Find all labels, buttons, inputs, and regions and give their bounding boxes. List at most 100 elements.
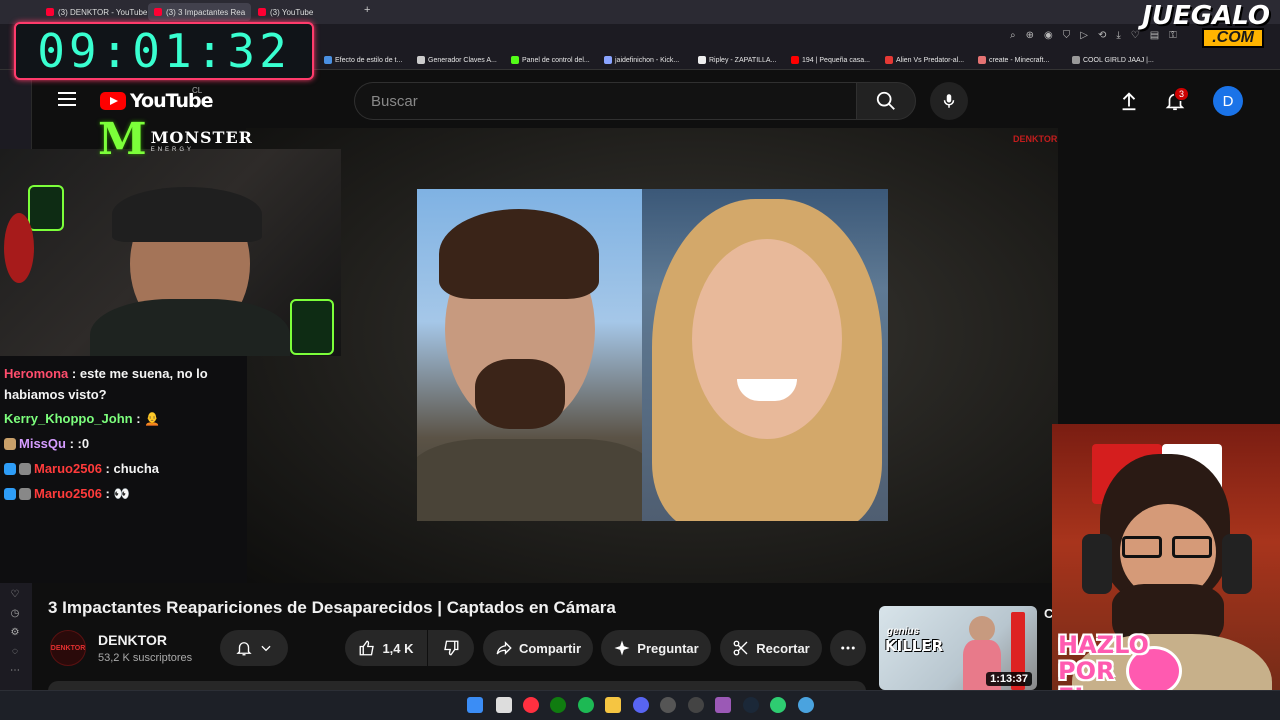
chat-text: : 🧑‍🦲 — [136, 411, 161, 426]
app-icon[interactable] — [688, 697, 704, 713]
like-count: 1,4 K — [382, 640, 414, 656]
chat-badge-icon — [19, 488, 31, 500]
clock-icon[interactable]: ◷ — [9, 608, 21, 620]
xbox-icon[interactable] — [550, 697, 566, 713]
play-icon[interactable]: ▷ — [1080, 30, 1088, 41]
subscription-bell-button[interactable] — [220, 630, 288, 666]
obs-icon[interactable] — [660, 697, 676, 713]
folder-icon[interactable] — [605, 697, 621, 713]
chevron-down-icon — [261, 645, 271, 652]
app-icon[interactable] — [798, 697, 814, 713]
share-button[interactable]: Compartir — [483, 630, 593, 666]
chat-badge-icon — [4, 488, 16, 500]
chat-message: Maruo2506 : chucha — [4, 458, 242, 479]
stream-timer: 09:01:32 — [14, 22, 314, 80]
youtube-play-icon — [100, 92, 126, 110]
chat-text: : :0 — [69, 436, 90, 451]
like-icon — [360, 640, 375, 656]
shield-icon[interactable]: ⛉ — [1063, 30, 1071, 41]
bookmark-label: 194 | Pequeña casa... — [802, 56, 870, 64]
bookmark-item[interactable]: COOL GIRLD JAAJ |... — [1072, 56, 1154, 64]
heart-icon[interactable]: ♡ — [9, 589, 21, 601]
chat-badge-icon — [4, 438, 16, 450]
bulb-icon[interactable]: ◌ — [9, 646, 21, 658]
translate-icon[interactable]: ⊕ — [1026, 30, 1034, 41]
bookmark-item[interactable]: Generador Claves A... — [417, 56, 497, 64]
bookmark-item[interactable]: 194 | Pequeña casa... — [791, 56, 870, 64]
screenshot-icon[interactable]: ◉ — [1044, 30, 1053, 41]
browser-tab-video[interactable]: (3) 3 Impactantes Rea — [148, 3, 252, 21]
upload-button[interactable] — [1116, 88, 1142, 114]
new-tab-button[interactable]: + — [364, 4, 370, 16]
browser-sidebar-bottom: ♡ ◷ ⚙ ◌ ⋯ — [0, 583, 32, 690]
thumbnail-text: KILLER — [885, 637, 944, 655]
ask-button[interactable]: Preguntar — [601, 630, 711, 666]
juegalo-text: JUEGALO — [1142, 1, 1270, 31]
bookmark-item[interactable]: Panel de control del... — [511, 56, 590, 64]
scissors-icon — [733, 640, 748, 656]
chat-message: Heromona : este me suena, no lo habiamos… — [4, 363, 242, 405]
chat-message: Maruo2506 : 👀 — [4, 483, 242, 504]
task-view-icon[interactable] — [496, 697, 512, 713]
chat-text: : 👀 — [105, 486, 130, 501]
opera-gx-icon[interactable] — [523, 697, 539, 713]
browser-tab-denktor[interactable]: (3) DENKTOR - YouTube — [40, 3, 153, 21]
youtube-favicon-icon — [46, 8, 54, 16]
channel-name[interactable]: DENKTOR — [98, 632, 167, 648]
windows-start-icon[interactable] — [467, 697, 483, 713]
subscriber-count: 53,2 K suscriptores — [98, 652, 193, 664]
bookmark-item[interactable]: Ripley - ZAPATILLA... — [698, 56, 776, 64]
notification-badge: 3 — [1174, 87, 1190, 101]
bookmark-icon — [1072, 56, 1080, 64]
bookmark-label: COOL GIRLD JAAJ |... — [1083, 56, 1154, 64]
clip-button[interactable]: Recortar — [720, 630, 822, 666]
hazlo-line: POR — [1058, 657, 1115, 685]
share-label: Compartir — [518, 640, 582, 656]
bookmark-label: Generador Claves A... — [428, 56, 497, 64]
bookmark-item[interactable]: Alien Vs Predator-al... — [885, 56, 964, 64]
chat-username: Maruo2506 — [34, 461, 102, 476]
browser-tab-youtube[interactable]: (3) YouTube — [252, 3, 319, 21]
mic-icon — [943, 94, 955, 108]
search-box[interactable] — [354, 82, 856, 120]
channel-watermark: DENKTOR — [1013, 134, 1058, 144]
more-icon[interactable]: ⋯ — [9, 665, 21, 677]
app-icon[interactable] — [770, 697, 786, 713]
juegalo-logo: JUEGALO .COM — [1108, 2, 1278, 48]
bookmark-label: Ripley - ZAPATILLA... — [709, 56, 777, 64]
steam-icon[interactable] — [743, 697, 759, 713]
chat-username: Heromona — [4, 366, 69, 381]
chat-username: MissQu — [19, 436, 66, 451]
chat-username: Kerry_Khoppo_John — [4, 411, 133, 426]
like-button[interactable]: 1,4 K — [345, 630, 427, 666]
dislike-button[interactable] — [428, 630, 474, 666]
channel-avatar[interactable]: DENKTOR — [50, 630, 86, 666]
timer-text: 09:01:32 — [37, 24, 291, 78]
bookmark-item[interactable]: Efecto de estilo de t... — [324, 56, 402, 64]
app-icon[interactable] — [715, 697, 731, 713]
bookmark-item[interactable]: jaidefinichon - Kick... — [604, 56, 679, 64]
search-icon — [876, 91, 895, 110]
video-duration: 1:13:37 — [986, 672, 1032, 686]
more-actions-button[interactable] — [830, 630, 866, 666]
youtube-favicon-icon — [154, 8, 162, 16]
bookmark-icon — [417, 56, 425, 64]
youtube-favicon-icon — [791, 56, 799, 64]
bookmark-item[interactable]: create - Minecraft... — [978, 56, 1049, 64]
search-button[interactable] — [856, 82, 916, 120]
history-icon[interactable]: ⟲ — [1098, 30, 1106, 41]
account-avatar[interactable]: D — [1213, 86, 1243, 116]
discord-icon[interactable] — [633, 697, 649, 713]
chat-badge-icon — [4, 463, 16, 475]
bell-icon — [236, 642, 252, 656]
webcam-feed — [0, 149, 341, 356]
zoom-icon[interactable]: ⌕ — [1010, 30, 1016, 41]
bookmark-label: jaidefinichon - Kick... — [615, 56, 680, 64]
search-input[interactable] — [371, 92, 856, 110]
gear-icon[interactable]: ⚙ — [9, 627, 21, 639]
clip-label: Recortar — [756, 640, 810, 656]
spotify-icon[interactable] — [578, 697, 594, 713]
voice-search-button[interactable] — [930, 82, 968, 120]
menu-icon[interactable] — [58, 92, 76, 106]
recommended-video-thumbnail[interactable]: genius KILLER 1:13:37 — [879, 606, 1037, 690]
